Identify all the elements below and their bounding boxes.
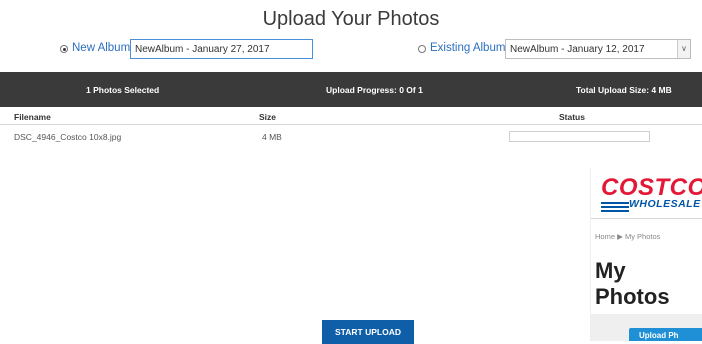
new-album-radio[interactable] xyxy=(60,45,68,53)
existing-album-select[interactable]: NewAlbum - January 12, 2017 ∨ xyxy=(505,39,691,59)
upload-status-bar: 1 Photos Selected Upload Progress: 0 Of … xyxy=(0,72,702,107)
column-header-size: Size xyxy=(259,112,277,122)
photos-selected-text: 1 Photos Selected xyxy=(86,85,160,95)
row-filename: DSC_4946_Costco 10x8.jpg xyxy=(14,132,122,142)
my-photos-heading: My Photos xyxy=(595,258,670,309)
start-upload-button[interactable]: START UPLOAD xyxy=(322,320,414,344)
breadcrumb[interactable]: Home ▶ My Photos xyxy=(595,232,660,241)
costco-divider xyxy=(591,218,702,219)
existing-album-select-value: NewAlbum - January 12, 2017 xyxy=(510,44,645,55)
chevron-down-icon[interactable]: ∨ xyxy=(677,40,690,58)
costco-logo-wholesale: WHOLESALE xyxy=(629,198,701,210)
page-title: Upload Your Photos xyxy=(262,8,440,30)
costco-website-panel: COSTCO WHOLESALE Home ▶ My Photos My Pho… xyxy=(590,168,702,341)
new-album-label[interactable]: New Album xyxy=(72,42,130,54)
upload-progress-text: Upload Progress: 0 Of 1 xyxy=(326,85,423,95)
existing-album-radio[interactable] xyxy=(418,45,426,53)
row-status-progress-bar xyxy=(509,131,650,142)
row-size: 4 MB xyxy=(262,132,282,142)
costco-upload-photos-button[interactable]: Upload Ph xyxy=(629,328,702,341)
table-header-divider xyxy=(0,124,702,125)
new-album-name-input[interactable] xyxy=(130,39,313,59)
total-upload-size-text: Total Upload Size: 4 MB xyxy=(576,85,672,95)
existing-album-label[interactable]: Existing Album xyxy=(430,42,505,54)
column-header-filename: Filename xyxy=(14,112,51,122)
column-header-status: Status xyxy=(559,112,585,122)
